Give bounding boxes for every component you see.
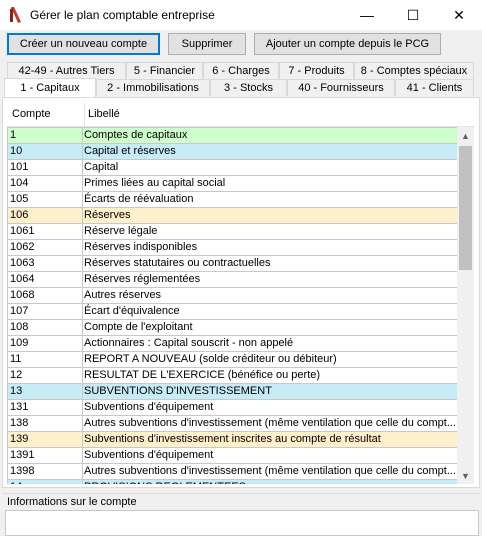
account-label-cell[interactable]: Capital bbox=[84, 160, 457, 176]
table-row[interactable]: 1391 Subventions d'équipement bbox=[8, 448, 457, 464]
table-row[interactable]: 13 SUBVENTIONS D'INVESTISSEMENT bbox=[8, 384, 457, 400]
create-account-button[interactable]: Créer un nouveau compte bbox=[7, 33, 160, 55]
account-label-cell[interactable]: Réserves réglementées bbox=[84, 272, 457, 288]
account-info-label: Informations sur le compte bbox=[7, 496, 140, 508]
table-row[interactable]: 107 Écart d'équivalence bbox=[8, 304, 457, 320]
table-row[interactable]: 105 Écarts de réévaluation bbox=[8, 192, 457, 208]
account-label-cell[interactable]: Compte de l'exploitant bbox=[84, 320, 457, 336]
table-row[interactable]: 104 Primes liées au capital social bbox=[8, 176, 457, 192]
close-button[interactable]: ✕ bbox=[436, 0, 482, 30]
tab-autres-tiers[interactable]: 42-49 - Autres Tiers bbox=[7, 62, 126, 79]
column-header-compte[interactable]: Compte bbox=[12, 108, 51, 120]
table-row[interactable]: 108 Compte de l'exploitant bbox=[8, 320, 457, 336]
tab-fournisseurs[interactable]: 40 - Fournisseurs bbox=[287, 79, 395, 96]
account-code-cell[interactable]: 11 bbox=[8, 352, 83, 368]
table-row[interactable]: 101 Capital bbox=[8, 160, 457, 176]
account-code-cell[interactable]: 131 bbox=[8, 400, 83, 416]
account-code-cell[interactable]: 10 bbox=[8, 144, 83, 160]
tab-stocks[interactable]: 3 - Stocks bbox=[210, 79, 287, 96]
table-row[interactable]: 1062 Réserves indisponibles bbox=[8, 240, 457, 256]
table-row[interactable]: 109 Actionnaires : Capital souscrit - non… bbox=[8, 336, 457, 352]
delete-button[interactable]: Supprimer bbox=[168, 33, 246, 55]
account-code-cell[interactable]: 1068 bbox=[8, 288, 83, 304]
account-label-cell[interactable]: Autres subventions d'investissement (mêm… bbox=[84, 416, 457, 432]
account-label-cell[interactable]: Autres réserves bbox=[84, 288, 457, 304]
account-label-cell[interactable]: PROVISIONS REGLEMENTEES bbox=[84, 480, 457, 484]
account-label-cell[interactable]: Réserve légale bbox=[84, 224, 457, 240]
add-from-pcg-button[interactable]: Ajouter un compte depuis le PCG bbox=[254, 33, 441, 55]
account-code-cell[interactable]: 106 bbox=[8, 208, 83, 224]
account-label-cell[interactable]: Autres subventions d'investissement (mêm… bbox=[84, 464, 457, 480]
account-label-cell[interactable]: SUBVENTIONS D'INVESTISSEMENT bbox=[84, 384, 457, 400]
account-label-cell[interactable]: Subventions d'équipement bbox=[84, 400, 457, 416]
account-code-cell[interactable]: 107 bbox=[8, 304, 83, 320]
account-code-cell[interactable]: 139 bbox=[8, 432, 83, 448]
account-code-cell[interactable]: 1064 bbox=[8, 272, 83, 288]
account-label-cell[interactable]: Écarts de réévaluation bbox=[84, 192, 457, 208]
tab-financier[interactable]: 5 - Financier bbox=[126, 62, 203, 79]
account-label-cell[interactable]: Réserves statutaires ou contractuelles bbox=[84, 256, 457, 272]
account-label-cell[interactable]: Capital et réserves bbox=[84, 144, 457, 160]
table-row[interactable]: 131 Subventions d'équipement bbox=[8, 400, 457, 416]
maximize-button[interactable]: ☐ bbox=[390, 0, 436, 30]
account-code-cell[interactable]: 12 bbox=[8, 368, 83, 384]
table-row[interactable]: 106 Réserves bbox=[8, 208, 457, 224]
window-title: Gérer le plan comptable entreprise bbox=[30, 8, 215, 22]
account-code-cell[interactable]: 14 bbox=[8, 480, 83, 484]
table-row[interactable]: 138 Autres subventions d'investissement (… bbox=[8, 416, 457, 432]
table-row[interactable]: 1 Comptes de capitaux bbox=[8, 128, 457, 144]
table-row[interactable]: 1068 Autres réserves bbox=[8, 288, 457, 304]
table-row[interactable]: 1061 Réserve légale bbox=[8, 224, 457, 240]
tab-capitaux[interactable]: 1 - Capitaux bbox=[4, 78, 96, 97]
account-label-cell[interactable]: Subventions d'équipement bbox=[84, 448, 457, 464]
table-row[interactable]: 11 REPORT A NOUVEAU (solde créditeur ou d… bbox=[8, 352, 457, 368]
account-info-box[interactable] bbox=[5, 510, 479, 536]
accounts-grid[interactable]: 1 Comptes de capitaux 10 Capital et réserve… bbox=[7, 127, 457, 484]
table-row[interactable]: 1398 Autres subventions d'investissement … bbox=[8, 464, 457, 480]
vertical-scrollbar[interactable]: ▲ ▼ bbox=[457, 127, 474, 484]
tab-produits[interactable]: 7 - Produits bbox=[279, 62, 354, 79]
table-row[interactable]: 14PROVISIONS REGLEMENTEES bbox=[8, 480, 457, 484]
app-logo-icon bbox=[10, 7, 21, 23]
account-label-cell[interactable]: Actionnaires : Capital souscrit - non ap… bbox=[84, 336, 457, 352]
column-header-libelle[interactable]: Libellé bbox=[88, 108, 120, 120]
account-code-cell[interactable]: 1391 bbox=[8, 448, 83, 464]
account-label-cell[interactable]: Comptes de capitaux bbox=[84, 128, 457, 144]
account-code-cell[interactable]: 1062 bbox=[8, 240, 83, 256]
table-header: Compte Libellé bbox=[7, 103, 475, 127]
tab-charges[interactable]: 6 - Charges bbox=[203, 62, 279, 79]
minimize-button[interactable]: — bbox=[344, 0, 390, 30]
table-row[interactable]: 1063 Réserves statutaires ou contractuell… bbox=[8, 256, 457, 272]
table-row[interactable]: 1064 Réserves réglementées bbox=[8, 272, 457, 288]
scroll-down-arrow-icon[interactable]: ▼ bbox=[457, 467, 474, 484]
account-code-cell[interactable]: 138 bbox=[8, 416, 83, 432]
account-label-cell[interactable]: Primes liées au capital social bbox=[84, 176, 457, 192]
account-code-cell[interactable]: 108 bbox=[8, 320, 83, 336]
account-code-cell[interactable]: 109 bbox=[8, 336, 83, 352]
scrollbar-thumb[interactable] bbox=[459, 146, 472, 270]
table-row[interactable]: 139 Subventions d'investissement inscrite… bbox=[8, 432, 457, 448]
account-code-cell[interactable]: 104 bbox=[8, 176, 83, 192]
account-label-cell[interactable]: Réserves bbox=[84, 208, 457, 224]
account-code-cell[interactable]: 1398 bbox=[8, 464, 83, 480]
account-code-cell[interactable]: 1061 bbox=[8, 224, 83, 240]
account-label-cell[interactable]: RESULTAT DE L'EXERCICE (bénéfice ou pert… bbox=[84, 368, 457, 384]
table-row[interactable]: 10 Capital et réserves bbox=[8, 144, 457, 160]
account-label-cell[interactable]: Écart d'équivalence bbox=[84, 304, 457, 320]
account-code-cell[interactable]: 101 bbox=[8, 160, 83, 176]
account-code-cell[interactable]: 105 bbox=[8, 192, 83, 208]
tab-clients[interactable]: 41 - Clients bbox=[395, 79, 474, 96]
account-label-cell[interactable]: Subventions d'investissement inscrites a… bbox=[84, 432, 457, 448]
tab-immobilisations[interactable]: 2 - Immobilisations bbox=[96, 79, 210, 96]
table-row[interactable]: 12 RESULTAT DE L'EXERCICE (bénéfice ou pe… bbox=[8, 368, 457, 384]
title-bar: Gérer le plan comptable entreprise — ☐ ✕ bbox=[0, 0, 482, 30]
account-code-cell[interactable]: 1 bbox=[8, 128, 83, 144]
account-label-cell[interactable]: Réserves indisponibles bbox=[84, 240, 457, 256]
account-code-cell[interactable]: 13 bbox=[8, 384, 83, 400]
account-label-cell[interactable]: REPORT A NOUVEAU (solde créditeur ou déb… bbox=[84, 352, 457, 368]
column-divider[interactable] bbox=[84, 103, 85, 127]
tab-comptes-speciaux[interactable]: 8 - Comptes spéciaux bbox=[354, 62, 474, 79]
account-code-cell[interactable]: 1063 bbox=[8, 256, 83, 272]
scroll-up-arrow-icon[interactable]: ▲ bbox=[457, 127, 474, 144]
